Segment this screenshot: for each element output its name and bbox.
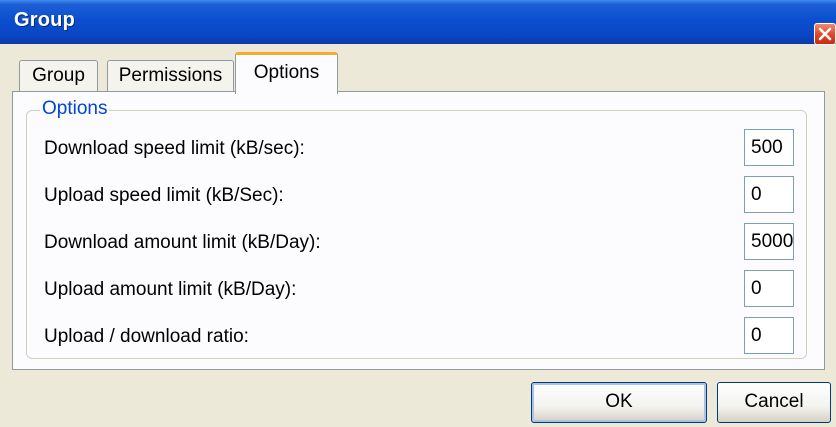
upload-amount-limit-label: Upload amount limit (kB/Day): [44,279,297,300]
tab-group[interactable]: Group [19,60,98,92]
group-dialog: Group Group Permissions Options Options … [0,0,836,427]
close-button[interactable] [814,23,836,45]
upload-amount-limit-input[interactable]: 0 [744,270,794,307]
download-amount-limit-input[interactable]: 5000 [744,223,794,260]
download-speed-limit-label: Download speed limit (kB/sec): [44,138,305,159]
title-bar[interactable]: Group [0,0,836,45]
upload-speed-limit-input[interactable]: 0 [744,176,794,213]
upload-download-ratio-label: Upload / download ratio: [44,326,249,347]
tab-permissions[interactable]: Permissions [107,60,234,92]
options-tab-panel: Options Download speed limit (kB/sec): 5… [12,91,825,370]
upload-speed-limit-label: Upload speed limit (kB/Sec): [44,185,284,206]
download-amount-limit-label: Download amount limit (kB/Day): [44,232,321,253]
options-groupbox-legend: Options [40,98,110,120]
tab-options[interactable]: Options [235,52,338,94]
ok-button[interactable]: OK [531,382,707,423]
upload-download-ratio-input[interactable]: 0 [744,317,794,354]
cancel-button[interactable]: Cancel [717,382,831,423]
download-speed-limit-input[interactable]: 500 [744,129,794,166]
window-title: Group [14,9,75,31]
tab-strip: Group Permissions Options [0,44,836,94]
